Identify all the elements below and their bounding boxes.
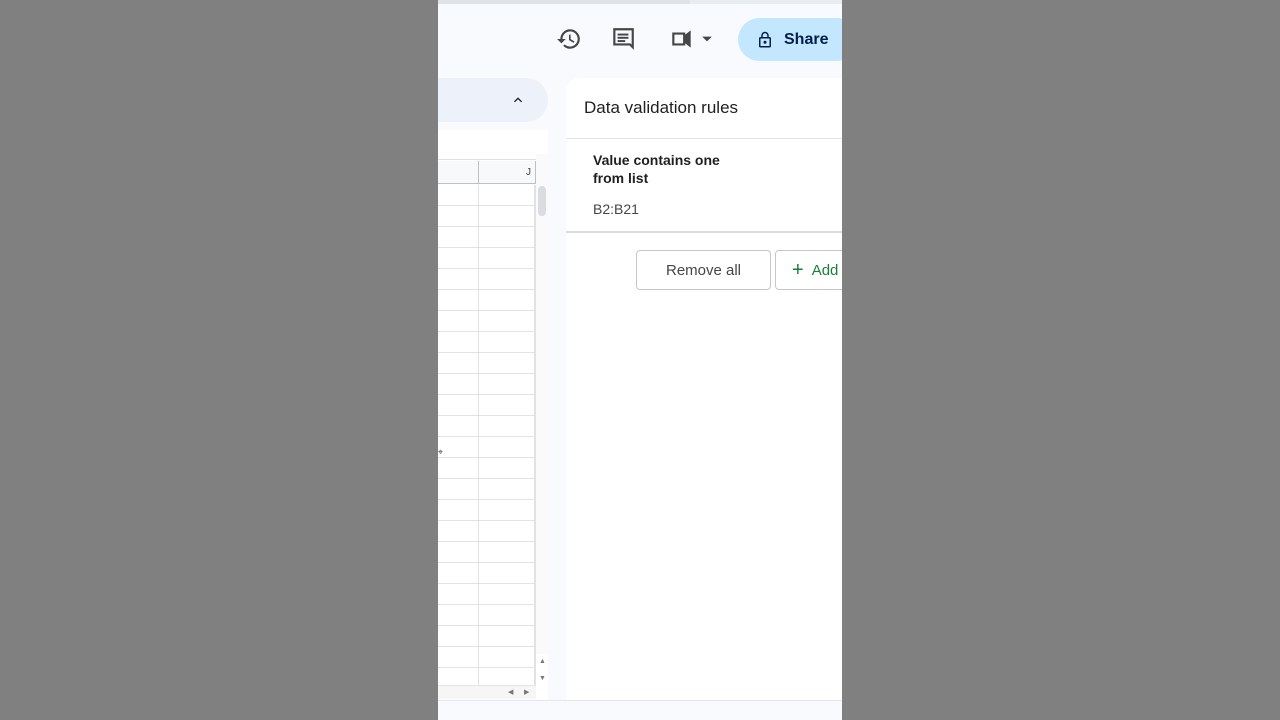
spreadsheet-grid-area: J ▲ ▼ ◀ ▶ [438,130,548,702]
panel-title: Data validation rules [584,98,739,117]
history-icon [557,29,580,49]
scroll-left-arrow-icon[interactable]: ◀ [508,688,513,696]
dropdown-caret-icon [702,36,712,42]
app-frame: Share J ▲ ▼ ◀ ▶ ⌖ Data validation rules [438,0,842,720]
comments-button[interactable] [608,24,638,54]
horizontal-scrollbar[interactable]: ◀ ▶ [438,685,536,699]
plus-icon: + [792,259,804,281]
add-rule-label: Add [811,261,839,279]
scroll-up-arrow-icon[interactable]: ▲ [539,658,546,665]
remove-all-label: Remove all [665,261,742,279]
mouse-cursor-icon: ⌖ [438,447,444,457]
share-button[interactable]: Share [738,18,842,61]
top-strip-inner [438,0,690,4]
scroll-down-arrow-icon[interactable]: ▼ [539,675,546,682]
scroll-right-arrow-icon[interactable]: ▶ [524,688,529,696]
meet-button[interactable] [666,24,716,54]
data-validation-panel: Data validation rules Value contains one… [566,78,842,700]
grid-cells[interactable] [438,185,536,685]
column-header-i[interactable] [438,161,479,184]
top-strip [438,0,842,4]
rule-title: Value contains one from list [593,152,720,186]
cell-grid[interactable]: J [438,161,536,685]
vertical-scrollbar[interactable] [536,154,548,654]
column-header-j-label: J [526,166,531,178]
column-header-j[interactable]: J [479,161,536,184]
share-label: Share [784,30,829,48]
comment-icon [613,28,634,50]
lock-icon [759,31,771,47]
menu-collapse-bar[interactable] [438,78,548,122]
history-button[interactable] [554,24,584,54]
add-rule-button[interactable]: + Add [775,250,842,290]
remove-all-button[interactable]: Remove all [636,250,771,290]
vertical-scroll-thumb[interactable] [538,186,546,216]
chevron-up-icon [514,97,522,103]
formula-bar[interactable] [438,130,548,160]
validation-rule-card[interactable]: Value contains one from list B2:B21 [566,139,842,233]
bottom-strip [438,700,842,720]
meet-video-icon [672,30,691,48]
rule-range: B2:B21 [593,201,639,217]
